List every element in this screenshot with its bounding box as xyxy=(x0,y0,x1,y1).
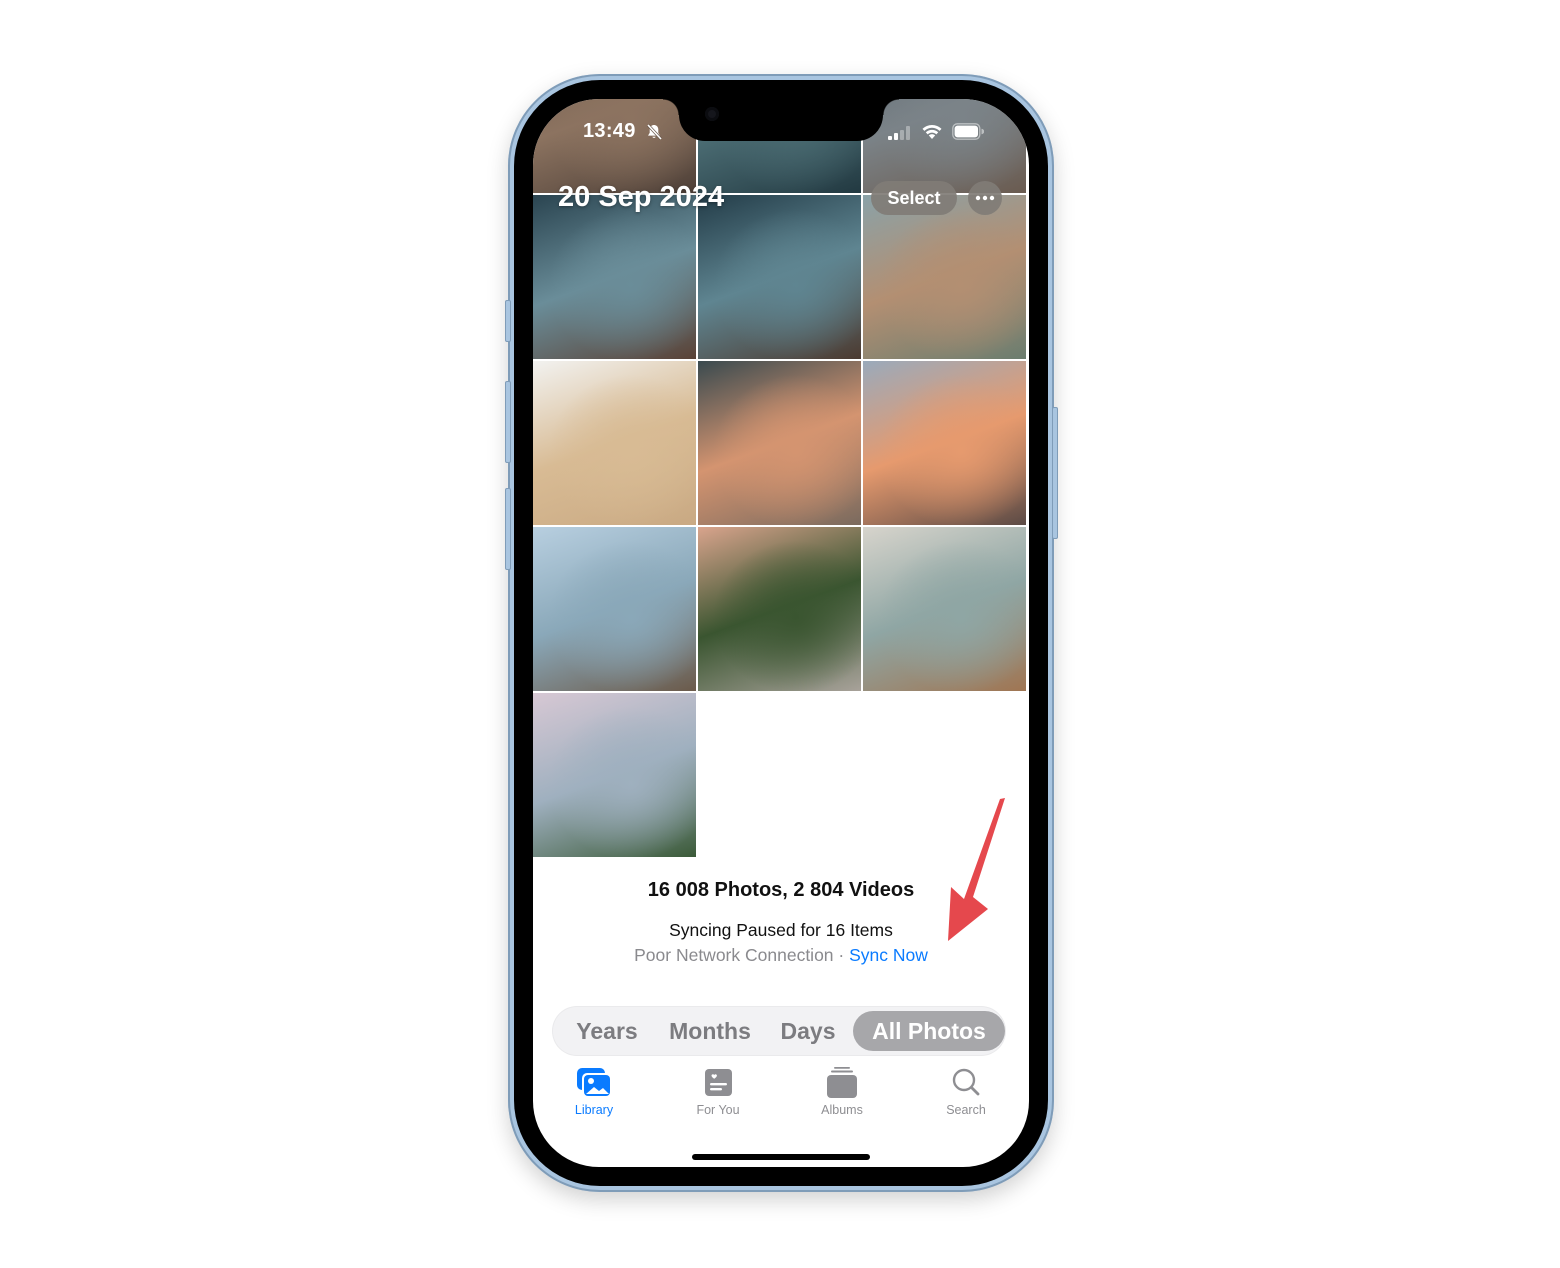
phone-screen: 13:49 20 Sep 2024 Select 16 008 Photos, … xyxy=(533,99,1029,1167)
photo-thumbnail-ocean-sunset[interactable] xyxy=(863,361,1026,525)
photo-thumbnail-rocky-coast-waves-2[interactable] xyxy=(698,195,861,359)
search-icon xyxy=(952,1068,980,1096)
action-button xyxy=(505,300,511,342)
notch xyxy=(663,99,899,141)
tab-albums[interactable]: Albums xyxy=(792,1067,892,1117)
segment-months[interactable]: Months xyxy=(657,1011,763,1051)
sync-reason: Poor Network Connection · xyxy=(634,945,850,965)
tab-search[interactable]: Search xyxy=(916,1067,1016,1117)
photo-thumbnail-rocky-coast-waves-1[interactable] xyxy=(533,195,696,359)
tab-label: Search xyxy=(946,1103,986,1117)
photo-thumbnail-sunset-beach-waves[interactable] xyxy=(698,361,861,525)
tab-label: For You xyxy=(696,1103,740,1117)
photo-thumbnail-rose-wine-by-sea[interactable] xyxy=(863,195,1026,359)
segment-years[interactable]: Years xyxy=(557,1011,657,1051)
segment-all-photos[interactable]: All Photos xyxy=(853,1011,1005,1051)
tab-label: Albums xyxy=(821,1103,863,1117)
for-you-icon xyxy=(705,1069,732,1096)
sync-now-link[interactable]: Sync Now xyxy=(849,945,928,965)
power-button xyxy=(1052,407,1058,539)
battery-icon xyxy=(952,123,984,140)
volume-up-button xyxy=(505,381,511,463)
photo-library-icon xyxy=(577,1068,612,1098)
wifi-icon xyxy=(922,124,942,139)
segment-days[interactable]: Days xyxy=(763,1011,853,1051)
tab-bar: Library For You Albums Search xyxy=(533,1067,1029,1137)
albums-icon xyxy=(827,1067,857,1098)
bell-slash-icon xyxy=(646,123,663,141)
volume-down-button xyxy=(505,488,511,570)
select-button[interactable]: Select xyxy=(871,181,957,215)
annotation-arrow-icon xyxy=(948,798,1005,941)
date-title: 20 Sep 2024 xyxy=(558,181,725,213)
photo-thumbnail-capri-faraglioni[interactable] xyxy=(533,693,696,857)
cellular-signal-icon xyxy=(888,126,910,140)
status-time: 13:49 xyxy=(583,120,636,142)
home-indicator[interactable] xyxy=(692,1154,870,1160)
ellipsis-icon xyxy=(975,195,995,201)
view-switcher: Years Months Days All Photos xyxy=(553,1007,1005,1055)
tab-for-you[interactable]: For You xyxy=(668,1067,768,1117)
tab-library[interactable]: Library xyxy=(544,1067,644,1117)
photo-thumbnail-cliff-coastline[interactable] xyxy=(533,527,696,691)
sync-reason-line: Poor Network Connection · Sync Now xyxy=(533,945,1029,966)
more-button[interactable] xyxy=(968,181,1002,215)
photo-thumbnail-palm-beach-pink-sky[interactable] xyxy=(698,527,861,691)
photo-thumbnail-hand-in-waves[interactable] xyxy=(863,527,1026,691)
photo-thumbnail-starfish-on-sand[interactable] xyxy=(533,361,696,525)
front-camera xyxy=(705,107,719,121)
tab-label: Library xyxy=(574,1103,614,1117)
